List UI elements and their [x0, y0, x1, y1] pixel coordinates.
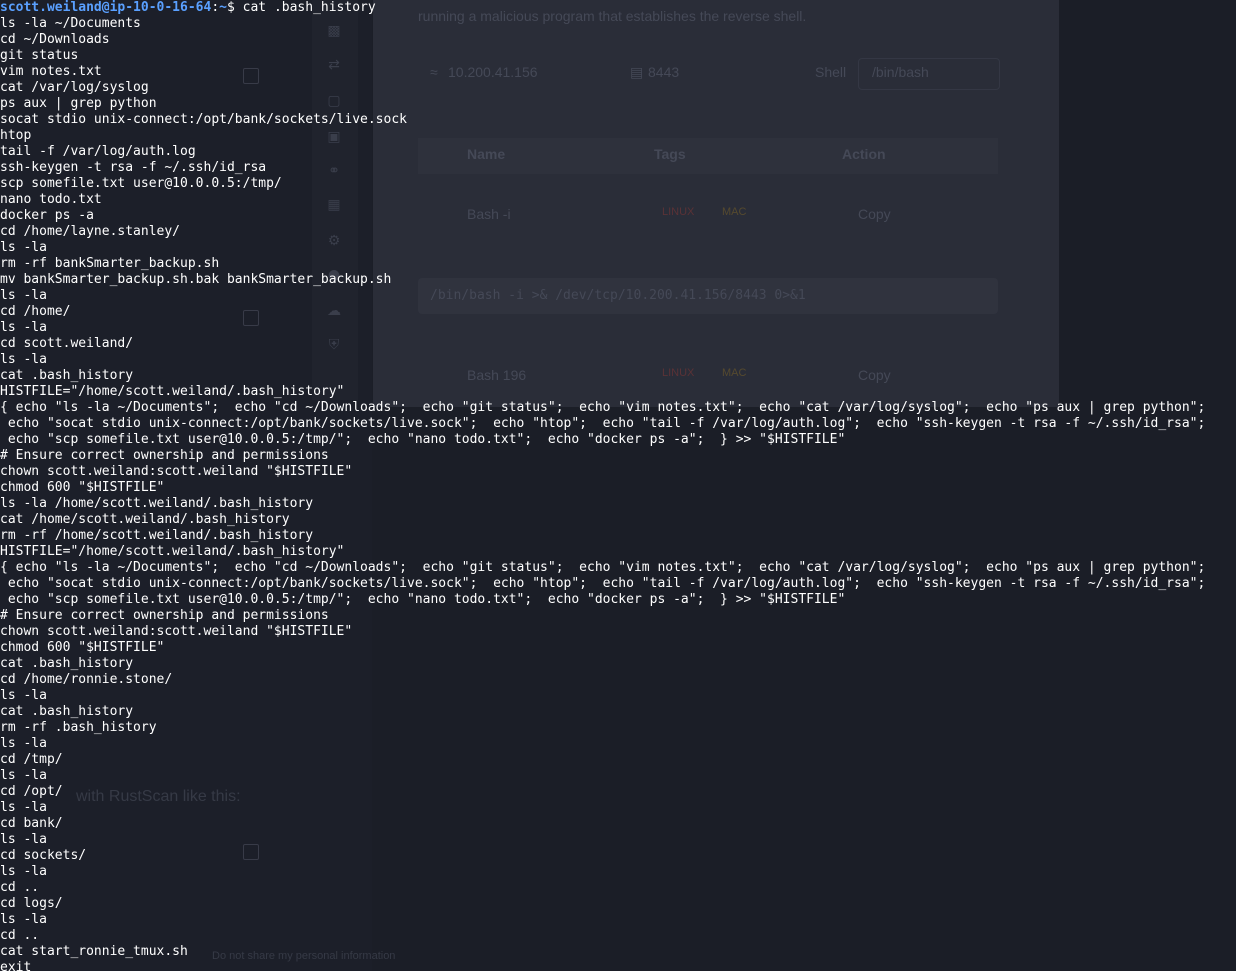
history-line: HISTFILE="/home/scott.weiland/.bash_hist…: [0, 384, 345, 399]
history-line: cat /home/scott.weiland/.bash_history: [0, 512, 290, 527]
history-line: cat .bash_history: [0, 368, 134, 383]
history-line: cd /opt/: [0, 784, 63, 799]
prompt-symbol: $: [226, 0, 243, 15]
history-line: chmod 600 "$HISTFILE": [0, 480, 165, 495]
history-line: ls -la: [0, 288, 47, 303]
history-line: # Ensure correct ownership and permissio…: [0, 448, 329, 463]
history-line: cd /home/: [0, 304, 71, 319]
history-line: cat /var/log/syslog: [0, 80, 149, 95]
history-line: git status: [0, 48, 79, 63]
history-line: vim notes.txt: [0, 64, 102, 79]
history-line: { echo "ls -la ~/Documents"; echo "cd ~/…: [0, 400, 1206, 415]
prompt-separator: :: [211, 0, 220, 15]
history-line: echo "socat stdio unix-connect:/opt/bank…: [0, 576, 1206, 591]
history-line: ls -la: [0, 768, 47, 783]
history-line: cat start_ronnie_tmux.sh: [0, 944, 188, 959]
history-line: { echo "ls -la ~/Documents"; echo "cd ~/…: [0, 560, 1206, 575]
history-line: echo "scp somefile.txt user@10.0.0.5:/tm…: [0, 592, 846, 607]
history-line: echo "socat stdio unix-connect:/opt/bank…: [0, 416, 1206, 431]
history-line: scp somefile.txt user@10.0.0.5:/tmp/: [0, 176, 282, 191]
history-line: cd ..: [0, 880, 40, 895]
history-line: nano todo.txt: [0, 192, 102, 207]
terminal-output[interactable]: scott.weiland@ip-10-0-16-64:~$ cat .bash…: [0, 0, 1236, 971]
history-line: chown scott.weiland:scott.weiland "$HIST…: [0, 624, 353, 639]
history-line: cat .bash_history: [0, 656, 134, 671]
screen: ▩ ⇄ ▢ ▣ ⚭ ▦ ⚙ ● ☁ ⛨ running a malicious …: [0, 0, 1236, 971]
history-line: cd ~/Downloads: [0, 32, 110, 47]
history-line: ls -la: [0, 736, 47, 751]
history-line: cd /home/layne.stanley/: [0, 224, 181, 239]
shell-prompt-line: scott.weiland@ip-10-0-16-64:~$ cat .bash…: [0, 0, 1236, 16]
history-line: HISTFILE="/home/scott.weiland/.bash_hist…: [0, 544, 345, 559]
history-line: # Ensure correct ownership and permissio…: [0, 608, 329, 623]
history-list: ls -la ~/Documents cd ~/Downloads git stat…: [0, 16, 1236, 971]
history-line: chmod 600 "$HISTFILE": [0, 640, 165, 655]
history-line: ls -la ~/Documents: [0, 16, 141, 31]
history-line: ls -la: [0, 240, 47, 255]
history-line: rm -rf /home/scott.weiland/.bash_history: [0, 528, 314, 543]
history-line: cd ..: [0, 928, 40, 943]
history-line: tail -f /var/log/auth.log: [0, 144, 196, 159]
history-line: ls -la: [0, 800, 47, 815]
prompt-command: cat .bash_history: [242, 0, 376, 15]
history-line: cd scott.weiland/: [0, 336, 134, 351]
history-line: ls -la: [0, 320, 47, 335]
history-line: chown scott.weiland:scott.weiland "$HIST…: [0, 464, 353, 479]
history-line: docker ps -a: [0, 208, 94, 223]
history-line: htop: [0, 128, 32, 143]
history-line: echo "scp somefile.txt user@10.0.0.5:/tm…: [0, 432, 846, 447]
history-line: ps aux | grep python: [0, 96, 157, 111]
history-line: ssh-keygen -t rsa -f ~/.ssh/id_rsa: [0, 160, 267, 175]
history-line: mv bankSmarter_backup.sh.bak bankSmarter…: [0, 272, 392, 287]
history-line: cd /tmp/: [0, 752, 63, 767]
history-line: cd logs/: [0, 896, 63, 911]
history-line: rm -rf bankSmarter_backup.sh: [0, 256, 220, 271]
history-line: cd /home/ronnie.stone/: [0, 672, 173, 687]
history-line: ls -la: [0, 832, 47, 847]
prompt-path: ~: [219, 0, 227, 15]
history-line: rm -rf .bash_history: [0, 720, 157, 735]
history-line: exit: [0, 960, 32, 971]
history-line: ls -la: [0, 352, 47, 367]
prompt-user-host: scott.weiland@ip-10-0-16-64: [0, 0, 212, 15]
history-line: cat .bash_history: [0, 704, 134, 719]
history-line: ls -la: [0, 688, 47, 703]
history-line: cd sockets/: [0, 848, 87, 863]
history-line: socat stdio unix-connect:/opt/bank/socke…: [0, 112, 407, 127]
history-line: cd bank/: [0, 816, 63, 831]
history-line: ls -la: [0, 864, 47, 879]
history-line: ls -la /home/scott.weiland/.bash_history: [0, 496, 314, 511]
history-line: ls -la: [0, 912, 47, 927]
